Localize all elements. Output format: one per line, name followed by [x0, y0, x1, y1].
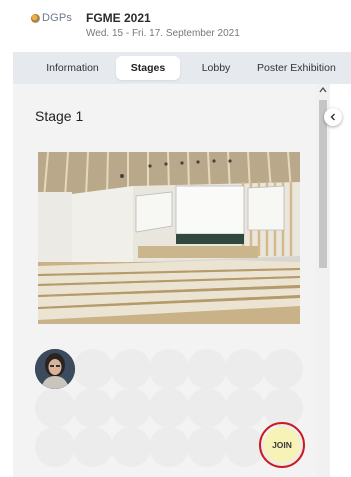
stage-image [38, 152, 300, 324]
tab-stages[interactable]: Stages [116, 56, 180, 80]
empty-seat[interactable] [35, 427, 75, 467]
empty-seat[interactable] [263, 349, 303, 389]
chevron-up-icon[interactable] [319, 86, 327, 94]
lecture-hall-illustration [38, 152, 300, 324]
tab-information[interactable]: Information [35, 56, 110, 80]
side-panel [330, 84, 351, 477]
attendee-avatar[interactable] [35, 349, 75, 389]
collapse-panel-button[interactable] [324, 108, 342, 126]
stage-title: Stage 1 [35, 108, 84, 124]
empty-seat[interactable] [149, 349, 189, 389]
dgps-logo: DGPs [30, 12, 76, 38]
empty-seat[interactable] [149, 427, 189, 467]
user-avatar-icon [35, 349, 75, 389]
empty-seat[interactable] [111, 349, 151, 389]
empty-seat[interactable] [187, 388, 227, 428]
empty-seat[interactable] [225, 388, 265, 428]
scrollbar-thumb[interactable] [319, 100, 327, 268]
empty-seat[interactable] [35, 388, 75, 428]
logo-mark-icon [31, 14, 40, 23]
empty-seat[interactable] [73, 349, 113, 389]
tab-bar: Information Stages Lobby Poster Exhibiti… [13, 52, 351, 84]
empty-seat[interactable] [187, 349, 227, 389]
tab-poster-exhibition[interactable]: Poster Exhibition [257, 56, 351, 80]
empty-seat[interactable] [225, 349, 265, 389]
logo-text: DGPs [42, 12, 73, 24]
vertical-scrollbar[interactable] [316, 84, 330, 477]
tab-lobby[interactable]: Lobby [191, 56, 241, 80]
empty-seat[interactable] [73, 427, 113, 467]
chevron-left-icon [330, 113, 335, 121]
conference-date: Wed. 15 - Fri. 17. September 2021 [86, 28, 240, 39]
join-label: JOIN [264, 427, 300, 463]
empty-seat[interactable] [111, 427, 151, 467]
conference-title: FGME 2021 [86, 11, 151, 25]
empty-seat[interactable] [73, 388, 113, 428]
empty-seat[interactable] [149, 388, 189, 428]
empty-seat[interactable] [187, 427, 227, 467]
app-header: DGPs FGME 2021 Wed. 15 - Fri. 17. Septem… [0, 0, 351, 52]
stage-content: Stage 1 JOIN [13, 84, 316, 477]
join-seat-button[interactable]: JOIN [259, 422, 305, 468]
empty-seat[interactable] [111, 388, 151, 428]
